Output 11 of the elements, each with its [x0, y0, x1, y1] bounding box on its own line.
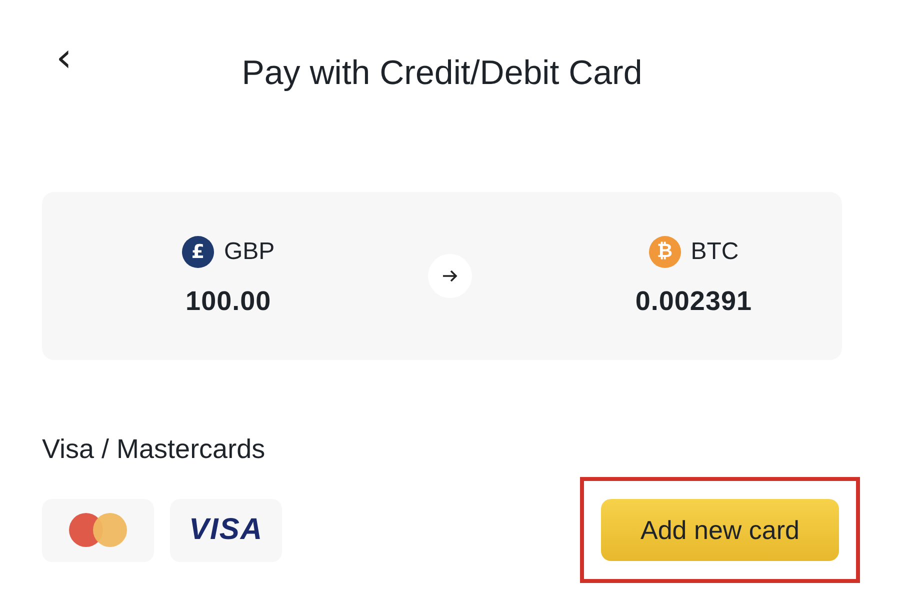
- currency-code: BTC: [690, 238, 739, 266]
- currency-icon: ₿: [648, 236, 681, 268]
- currency-icon: £: [182, 236, 214, 268]
- section-heading: Visa / Mastercards: [42, 434, 266, 465]
- add-card-button[interactable]: Add new card: [601, 499, 839, 561]
- amount: 100.00: [186, 286, 272, 316]
- page-title: Pay with Credit/Debit Card: [242, 53, 642, 94]
- amount: 0.002391: [635, 286, 752, 316]
- back-button[interactable]: ‹: [50, 38, 78, 78]
- currency-code: GBP: [224, 238, 275, 266]
- visa-logo: VISA: [170, 498, 282, 562]
